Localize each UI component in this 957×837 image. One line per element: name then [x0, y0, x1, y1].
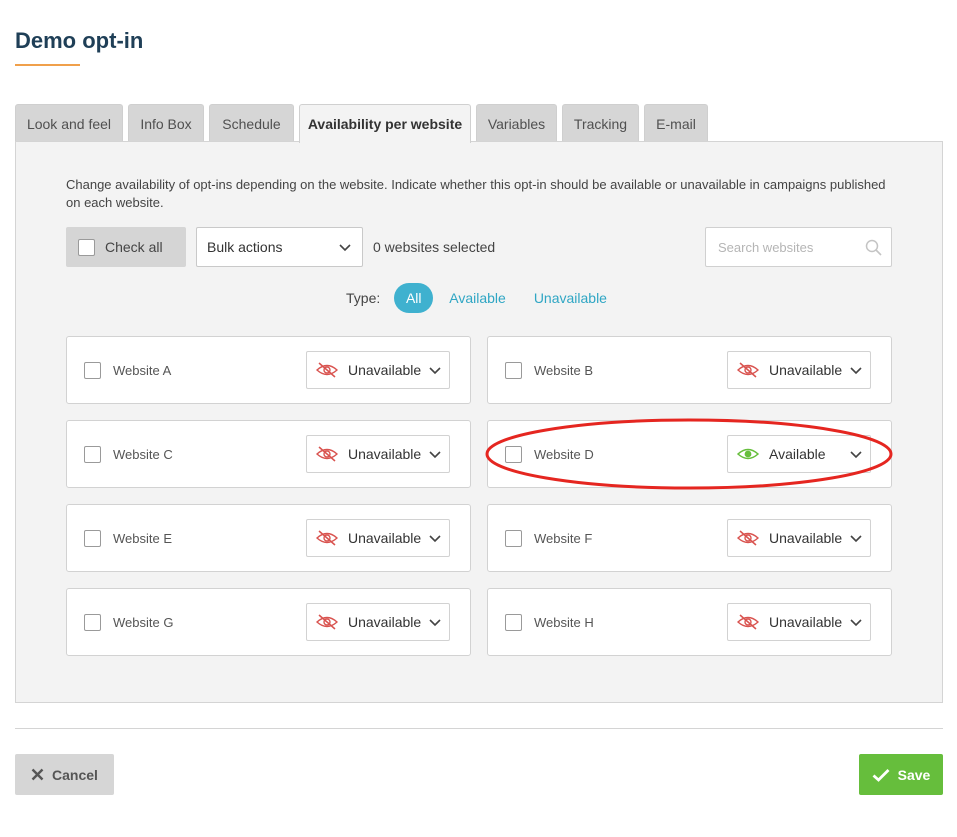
- website-checkbox[interactable]: [84, 614, 101, 631]
- website-name: Website H: [534, 615, 594, 630]
- check-all-label: Check all: [105, 239, 163, 255]
- website-name: Website B: [534, 363, 594, 378]
- cancel-label: Cancel: [52, 766, 98, 783]
- eye-slash-icon: [316, 530, 338, 546]
- chevron-down-icon: [429, 619, 441, 627]
- website-checkbox[interactable]: [505, 614, 522, 631]
- chevron-down-icon: [850, 619, 862, 627]
- filter-all[interactable]: All: [394, 283, 434, 313]
- availability-label: Unavailable: [348, 530, 422, 546]
- check-all-checkbox[interactable]: [78, 238, 95, 256]
- title-underline: [15, 64, 80, 66]
- website-name: Website E: [113, 531, 173, 546]
- website-card: Website E Unavailable: [66, 504, 471, 572]
- availability-label: Unavailable: [348, 446, 422, 462]
- chevron-down-icon: [850, 535, 862, 543]
- website-checkbox[interactable]: [505, 530, 522, 547]
- panel-description: Change availability of opt-ins depending…: [66, 177, 886, 210]
- eye-slash-icon: [737, 362, 759, 378]
- website-name: Website C: [113, 447, 173, 462]
- availability-select[interactable]: Unavailable: [727, 603, 871, 641]
- eye-slash-icon: [737, 530, 759, 546]
- eye-slash-icon: [316, 446, 338, 462]
- availability-panel: Change availability of opt-ins depending…: [15, 141, 943, 703]
- availability-select[interactable]: Unavailable: [727, 351, 871, 389]
- eye-slash-icon: [316, 614, 338, 630]
- availability-select[interactable]: Available: [727, 435, 871, 473]
- website-card: Website D Available: [487, 420, 892, 488]
- tab-look-and-feel[interactable]: Look and feel: [15, 104, 123, 142]
- website-checkbox[interactable]: [84, 362, 101, 379]
- website-card: Website A Unavailable: [66, 336, 471, 404]
- search-icon[interactable]: [865, 239, 882, 256]
- save-button[interactable]: Save: [859, 754, 943, 795]
- chevron-down-icon: [850, 367, 862, 375]
- availability-select[interactable]: Unavailable: [306, 519, 450, 557]
- chevron-down-icon: [850, 451, 862, 459]
- type-filter-label: Type:: [346, 290, 381, 306]
- website-card: Website H Unavailable: [487, 588, 892, 656]
- footer-divider: [15, 728, 943, 729]
- bulk-actions-select[interactable]: Bulk actions: [196, 227, 363, 267]
- eye-slash-icon: [316, 362, 338, 378]
- search-box: [705, 227, 892, 267]
- availability-label: Available: [769, 446, 826, 462]
- type-filter: Type: All Available Unavailable: [346, 283, 635, 313]
- chevron-down-icon: [339, 244, 351, 252]
- availability-select[interactable]: Unavailable: [306, 603, 450, 641]
- website-name: Website D: [534, 447, 594, 462]
- tab-availability-per-website[interactable]: Availability per website: [299, 104, 471, 143]
- availability-label: Unavailable: [769, 614, 843, 630]
- tab-bar: Look and feel Info Box Schedule Availabi…: [15, 104, 713, 143]
- website-card: Website C Unavailable: [66, 420, 471, 488]
- website-checkbox[interactable]: [505, 362, 522, 379]
- tab-tracking[interactable]: Tracking: [562, 104, 639, 142]
- tab-email[interactable]: E-mail: [644, 104, 708, 142]
- availability-label: Unavailable: [348, 362, 422, 378]
- eye-icon: [737, 448, 759, 460]
- filter-unavailable[interactable]: Unavailable: [534, 290, 607, 306]
- checkmark-icon: [872, 768, 890, 782]
- availability-select[interactable]: Unavailable: [727, 519, 871, 557]
- availability-label: Unavailable: [769, 530, 843, 546]
- website-card: Website B Unavailable: [487, 336, 892, 404]
- chevron-down-icon: [429, 451, 441, 459]
- tab-variables[interactable]: Variables: [476, 104, 557, 142]
- chevron-down-icon: [429, 535, 441, 543]
- tab-schedule[interactable]: Schedule: [209, 104, 294, 142]
- website-name: Website A: [113, 363, 172, 378]
- website-name: Website G: [113, 615, 174, 630]
- website-name: Website F: [534, 531, 593, 546]
- close-icon: [31, 768, 44, 781]
- availability-select[interactable]: Unavailable: [306, 435, 450, 473]
- page-title: Demo opt-in: [15, 28, 144, 53]
- availability-label: Unavailable: [769, 362, 843, 378]
- chevron-down-icon: [429, 367, 441, 375]
- cancel-button[interactable]: Cancel: [15, 754, 114, 795]
- website-card: Website F Unavailable: [487, 504, 892, 572]
- tab-info-box[interactable]: Info Box: [128, 104, 204, 142]
- check-all-button[interactable]: Check all: [66, 227, 186, 267]
- website-checkbox[interactable]: [505, 446, 522, 463]
- availability-select[interactable]: Unavailable: [306, 351, 450, 389]
- search-input[interactable]: [706, 228, 868, 266]
- eye-slash-icon: [737, 614, 759, 630]
- selected-count: 0 websites selected: [373, 239, 496, 255]
- availability-label: Unavailable: [348, 614, 422, 630]
- filter-available[interactable]: Available: [449, 290, 506, 306]
- website-checkbox[interactable]: [84, 446, 101, 463]
- website-checkbox[interactable]: [84, 530, 101, 547]
- bulk-actions-label: Bulk actions: [207, 239, 283, 255]
- save-label: Save: [897, 766, 931, 783]
- website-card: Website G Unavailable: [66, 588, 471, 656]
